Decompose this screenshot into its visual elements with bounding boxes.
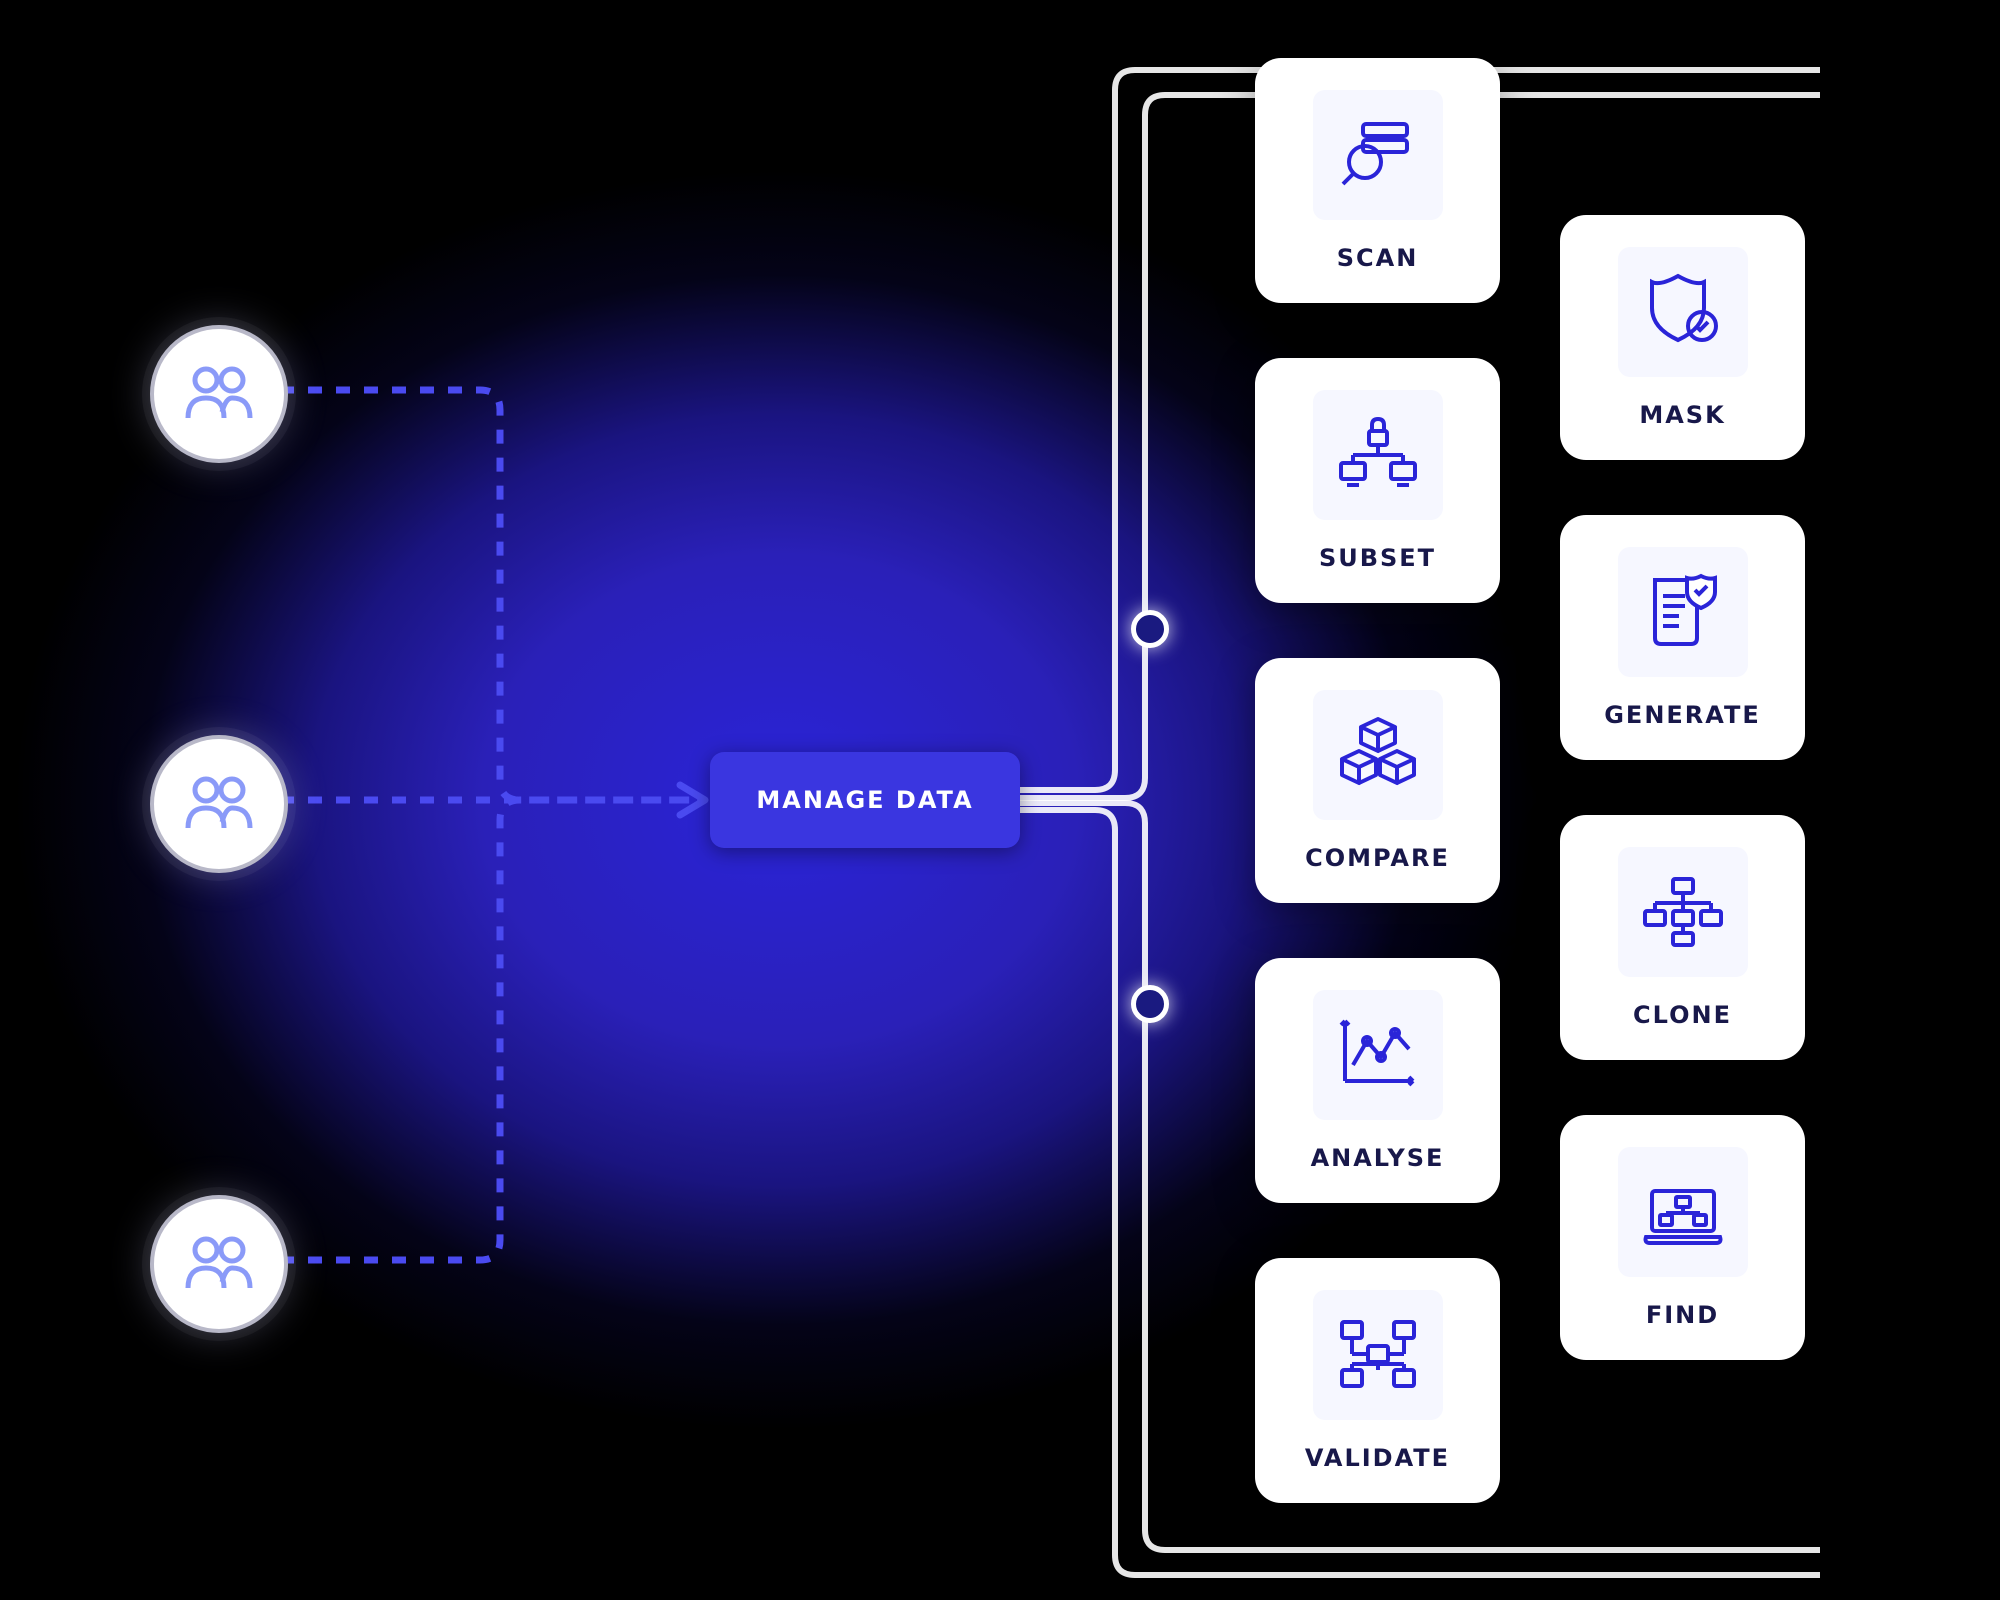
user-node — [150, 325, 288, 463]
card-generate: GENERATE — [1560, 515, 1805, 760]
card-analyse: ANALYSE — [1255, 958, 1500, 1203]
blocks-icon — [1337, 715, 1419, 795]
card-label: SCAN — [1337, 244, 1419, 272]
manage-data-hub: MANAGE DATA — [710, 752, 1020, 848]
search-db-icon — [1339, 114, 1417, 196]
shield-check-icon — [1646, 270, 1720, 354]
users-icon — [184, 1232, 254, 1296]
user-node — [150, 1195, 288, 1333]
card-subset: SUBSET — [1255, 358, 1500, 603]
hub-label: MANAGE DATA — [756, 786, 973, 814]
card-scan: SCAN — [1255, 58, 1500, 303]
card-mask: MASK — [1560, 215, 1805, 460]
card-label: FIND — [1646, 1301, 1719, 1329]
card-label: ANALYSE — [1311, 1144, 1445, 1172]
users-icon — [184, 772, 254, 836]
user-node — [150, 735, 288, 873]
connector-node — [1131, 985, 1169, 1023]
network-lock-icon — [1337, 417, 1419, 493]
card-label: SUBSET — [1319, 544, 1436, 572]
sitemap-icon — [1641, 873, 1725, 951]
validate-tree-icon — [1336, 1316, 1420, 1394]
card-label: CLONE — [1633, 1001, 1732, 1029]
card-find: FIND — [1560, 1115, 1805, 1360]
card-validate: VALIDATE — [1255, 1258, 1500, 1503]
card-label: COMPARE — [1305, 844, 1450, 872]
card-label: GENERATE — [1604, 701, 1761, 729]
chart-line-icon — [1337, 1017, 1419, 1093]
document-shield-icon — [1645, 570, 1721, 654]
card-compare: COMPARE — [1255, 658, 1500, 903]
laptop-tree-icon — [1640, 1173, 1726, 1251]
card-label: MASK — [1639, 401, 1725, 429]
users-icon — [184, 362, 254, 426]
card-label: VALIDATE — [1305, 1444, 1450, 1472]
card-clone: CLONE — [1560, 815, 1805, 1060]
diagram-stage: MANAGE DATA SCAN SUBSET COMPARE ANALYSE … — [0, 0, 2000, 1600]
connector-node — [1131, 610, 1169, 648]
